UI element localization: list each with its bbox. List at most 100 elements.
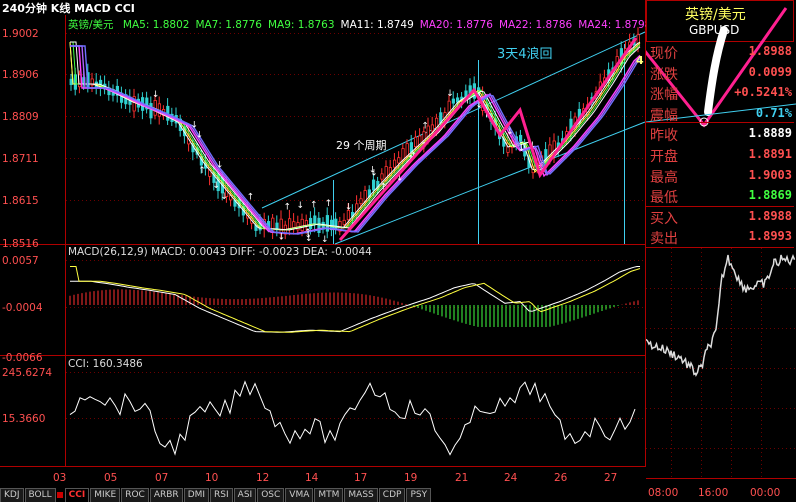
tab-dmi[interactable]: DMI <box>183 488 210 502</box>
quote-value: 1.8891 <box>748 147 792 161</box>
down-arrow-icon: ↓ <box>220 192 228 202</box>
candle-body <box>371 179 376 191</box>
tick-x-label: 00:00 <box>750 487 780 499</box>
cycle-annotation: 29 个周期 <box>336 139 387 152</box>
cci-y-axis: 245.6274 15.3660 <box>2 367 52 425</box>
down-arrow-icon: ↓ <box>345 202 353 212</box>
quote-label: 卖出 <box>650 231 678 248</box>
quote-rows: 现价 1.8988 涨跌 0.0099 涨幅 +0.5241% 震幅 0.71% 昨收 1.888… <box>646 42 796 248</box>
candle-body <box>149 103 153 119</box>
tab-osc[interactable]: OSC <box>257 488 285 502</box>
wave-number-annotation: 4 <box>636 54 644 67</box>
tab-mike[interactable]: MIKE <box>90 488 121 502</box>
quote-value: +0.5241% <box>734 85 792 100</box>
down-arrow-icon: ↓ <box>369 166 377 176</box>
quote-row: 最低 1.8869 <box>646 186 794 206</box>
x-label: 07 <box>155 472 168 484</box>
kline-legend-item: MA9: 1.8763 <box>268 19 335 31</box>
quote-value: 1.9003 <box>748 167 792 182</box>
quote-row: 涨幅 +0.5241% <box>646 83 794 103</box>
tick-chart[interactable]: 08:00 16:00 00:00 <box>646 248 796 502</box>
kline-y-label: 1.9002 <box>2 28 39 40</box>
quote-value: 1.8869 <box>748 188 792 203</box>
x-label: 03 <box>53 472 66 484</box>
down-arrow-icon: ↓ <box>212 181 220 191</box>
down-arrow-icon: ↓ <box>216 161 224 171</box>
up-arrow-icon: ↑ <box>198 166 206 176</box>
down-arrow-icon: ↓ <box>321 235 329 245</box>
candle-body <box>397 157 401 164</box>
kline-legend-item: MA20: 1.8776 <box>420 19 494 31</box>
tab-cci[interactable]: CCI <box>64 488 90 502</box>
down-arrow-icon: ↓ <box>152 90 160 100</box>
candle-body <box>392 159 397 168</box>
quote-label: 涨跌 <box>650 66 678 83</box>
quote-value: 0.0099 <box>748 64 792 79</box>
down-arrow-icon: ↓ <box>196 131 204 141</box>
quote-value: 1.8889 <box>748 126 792 141</box>
kline-y-label: 1.8809 <box>2 111 39 123</box>
up-arrow-icon: ↑ <box>310 201 318 211</box>
kline-y-label: 1.8711 <box>2 153 39 165</box>
quote-row: 震幅 0.71% <box>646 104 794 124</box>
candle-body <box>313 215 317 225</box>
quote-label: 买入 <box>650 210 678 227</box>
candle-body <box>413 136 418 147</box>
quote-panel: 英镑/美元 GBPUSD 现价 1.8988 涨跌 0.0099 涨幅 +0.5241% 震… <box>646 0 796 502</box>
tab-mtm[interactable]: MTM <box>314 488 344 502</box>
down-arrow-icon: ↓ <box>506 127 514 137</box>
tab-psy[interactable]: PSY <box>406 488 432 502</box>
tick-x-label: 16:00 <box>698 487 728 499</box>
wave-annotation: 3天4浪回 <box>497 47 553 62</box>
macd-y-axis: 0.0057 -0.0004 -0.0066 <box>2 255 43 364</box>
quote-label: 开盘 <box>650 149 678 165</box>
kline-legend-item: MA5: 1.8802 <box>123 19 190 31</box>
x-label: 19 <box>404 472 417 484</box>
quote-row: 开盘 1.8891 <box>646 145 794 165</box>
kline-y-label: 1.8615 <box>2 195 39 207</box>
x-label: 10 <box>205 472 218 484</box>
kline-legend-name: 英镑/美元 <box>68 18 114 31</box>
up-arrow-icon: ↑ <box>283 202 291 212</box>
tab-rsi[interactable]: RSI <box>210 488 233 502</box>
tab-vma[interactable]: VMA <box>285 488 314 502</box>
tab-mass[interactable]: MASS <box>344 488 378 502</box>
down-arrow-icon: ↓ <box>190 121 198 131</box>
x-label: 21 <box>455 472 468 484</box>
tab-separator <box>56 492 63 498</box>
window-title: 240分钟 K线 MACD CCI <box>2 1 135 15</box>
x-label: 05 <box>104 472 117 484</box>
tab-kdj[interactable]: KDJ <box>0 488 24 502</box>
candle-body <box>300 218 304 232</box>
candle-body <box>292 221 296 229</box>
candle-body <box>69 78 73 86</box>
quote-value: 1.8988 <box>748 208 792 223</box>
indicator-tabs: KDJ BOLL CCI MIKE ROC ARBR DMI RSI ASI OSC VMA MTM M… <box>0 487 646 502</box>
cci-header: CCI: 160.3486 <box>68 358 143 370</box>
quote-row: 现价 1.8988 <box>646 42 794 62</box>
x-label: 14 <box>305 472 319 484</box>
tab-roc[interactable]: ROC <box>121 488 149 502</box>
macd-y-label: -0.0066 <box>2 352 43 364</box>
down-arrow-icon: ↓ <box>304 230 312 240</box>
tab-boll[interactable]: BOLL <box>24 488 56 502</box>
tick-price-line <box>646 253 796 377</box>
quote-label: 昨收 <box>650 128 678 145</box>
quote-row: 买入 1.8988 <box>646 207 794 227</box>
macd-y-label: -0.0004 <box>2 302 43 314</box>
up-arrow-icon: ↑ <box>421 122 429 132</box>
tab-arbr[interactable]: ARBR <box>149 488 183 502</box>
quote-label: 现价 <box>650 46 678 62</box>
x-label: 24 <box>504 472 518 484</box>
candle-body <box>380 173 384 180</box>
tick-x-label: 08:00 <box>648 487 678 499</box>
up-arrow-icon: ↑ <box>325 199 333 209</box>
macd-header: MACD(26,12,9) MACD: 0.0043 DIFF: -0.0023… <box>68 246 372 258</box>
tab-asi[interactable]: ASI <box>233 488 257 502</box>
kline-legend: 英镑/美元 MA5: 1.8802 MA7: 1.8776 MA9: 1.8763 M… <box>68 18 646 31</box>
tab-cdp[interactable]: CDP <box>378 488 406 502</box>
main-chart[interactable]: ↓↓↑↓↓↑↑ ↓↓↓↓↓↑↓↓↓↑↓↑↓↑↓↓↓ ↓↑↑↓↑↑↑↓↑↑ 29 个周… <box>0 0 646 488</box>
quote-label: 涨幅 <box>650 87 678 104</box>
quote-label: 最低 <box>650 190 678 207</box>
quote-row: 涨跌 0.0099 <box>646 63 794 83</box>
